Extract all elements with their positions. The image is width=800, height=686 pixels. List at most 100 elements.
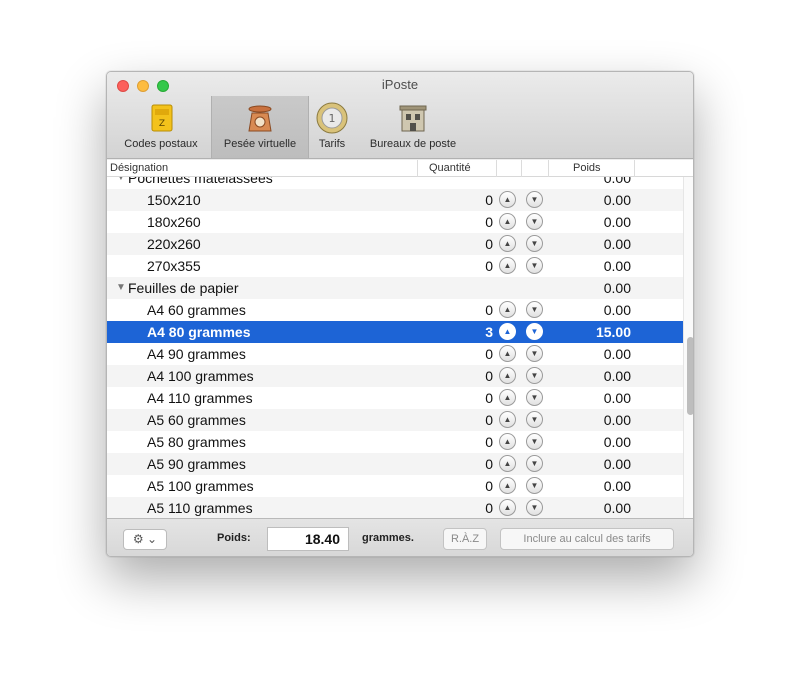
column-header-designation[interactable]: Désignation [110, 162, 168, 174]
table-row[interactable]: ▼ Pochettes matelassées 0.00 [107, 177, 683, 189]
row-designation: A4 110 grammes [147, 390, 253, 406]
row-weight: 0.00 [603, 177, 631, 186]
table-row[interactable]: A4 100 grammes 0 ▲ ▼ 0.00 [107, 365, 683, 387]
row-quantity: 0 [485, 456, 493, 472]
toolbar-label: Codes postaux [124, 138, 198, 150]
column-header-quantite[interactable]: Quantité [429, 162, 471, 174]
increment-arrow-icon[interactable]: ▲ [499, 323, 516, 340]
row-designation: 270x355 [147, 258, 201, 274]
unit-label: grammes. [362, 532, 414, 544]
increment-arrow-icon[interactable]: ▲ [499, 499, 516, 516]
row-designation: 220x260 [147, 236, 201, 252]
include-in-rates-button[interactable]: Inclure au calcul des tarifs [500, 528, 674, 550]
table-row[interactable]: ▼ Feuilles de papier 0.00 [107, 277, 683, 299]
row-weight: 15.00 [595, 324, 631, 340]
column-separator [521, 160, 522, 177]
decrement-arrow-icon[interactable]: ▼ [526, 235, 543, 252]
decrement-arrow-icon[interactable]: ▼ [526, 389, 543, 406]
column-header-poids[interactable]: Poids [573, 162, 601, 174]
table-row[interactable]: A5 110 grammes 0 ▲ ▼ 0.00 [107, 497, 683, 518]
title-bar: iPoste Z Codes postaux Pesée virtuelle 1 [107, 72, 693, 159]
toolbar-label: Bureaux de poste [369, 138, 457, 150]
row-weight: 0.00 [603, 478, 631, 494]
decrement-arrow-icon[interactable]: ▼ [526, 433, 543, 450]
increment-arrow-icon[interactable]: ▲ [499, 455, 516, 472]
scale-icon [248, 105, 272, 132]
column-separator [417, 160, 418, 177]
toolbar-tarifs[interactable]: 1 Tarifs [309, 96, 355, 158]
increment-arrow-icon[interactable]: ▲ [499, 411, 516, 428]
increment-arrow-icon[interactable]: ▲ [499, 301, 516, 318]
decrement-arrow-icon[interactable]: ▼ [526, 411, 543, 428]
total-weight-label: Poids: [217, 532, 251, 544]
disclosure-triangle-icon[interactable]: ▼ [116, 177, 126, 183]
row-designation: A4 80 grammes [147, 324, 251, 340]
row-designation: A5 110 grammes [147, 500, 253, 516]
table-row[interactable]: A5 60 grammes 0 ▲ ▼ 0.00 [107, 409, 683, 431]
increment-arrow-icon[interactable]: ▲ [499, 213, 516, 230]
row-weight: 0.00 [603, 434, 631, 450]
decrement-arrow-icon[interactable]: ▼ [526, 191, 543, 208]
increment-arrow-icon[interactable]: ▲ [499, 235, 516, 252]
row-weight: 0.00 [603, 258, 631, 274]
increment-arrow-icon[interactable]: ▲ [499, 367, 516, 384]
increment-arrow-icon[interactable]: ▲ [499, 433, 516, 450]
row-quantity: 0 [485, 434, 493, 450]
table-row[interactable]: 180x260 0 ▲ ▼ 0.00 [107, 211, 683, 233]
row-weight: 0.00 [603, 412, 631, 428]
decrement-arrow-icon[interactable]: ▼ [526, 499, 543, 516]
decrement-arrow-icon[interactable]: ▼ [526, 323, 543, 340]
increment-arrow-icon[interactable]: ▲ [499, 477, 516, 494]
disclosure-triangle-icon[interactable]: ▼ [116, 282, 126, 293]
main-window: iPoste Z Codes postaux Pesée virtuelle 1 [106, 71, 694, 557]
increment-arrow-icon[interactable]: ▲ [499, 345, 516, 362]
decrement-arrow-icon[interactable]: ▼ [526, 477, 543, 494]
table-row[interactable]: A5 90 grammes 0 ▲ ▼ 0.00 [107, 453, 683, 475]
decrement-arrow-icon[interactable]: ▼ [526, 455, 543, 472]
row-designation: A5 80 grammes [147, 434, 246, 450]
table-row[interactable]: A5 100 grammes 0 ▲ ▼ 0.00 [107, 475, 683, 497]
table-header: Désignation Quantité Poids [107, 160, 693, 177]
row-weight: 0.00 [603, 500, 631, 516]
table-row[interactable]: A5 80 grammes 0 ▲ ▼ 0.00 [107, 431, 683, 453]
weighing-table: Désignation Quantité Poids ▼ Pochettes m… [107, 160, 693, 518]
table-row-selected[interactable]: A4 80 grammes 3 ▲ ▼ 15.00 [107, 321, 683, 343]
row-weight: 0.00 [603, 390, 631, 406]
gear-menu-button[interactable]: ⚙ ⌄ [123, 529, 167, 550]
table-row[interactable]: A4 90 grammes 0 ▲ ▼ 0.00 [107, 343, 683, 365]
toolbar-codes-postaux[interactable]: Z Codes postaux [111, 96, 211, 158]
total-weight-field[interactable]: 18.40 [267, 527, 349, 551]
increment-arrow-icon[interactable]: ▲ [499, 389, 516, 406]
row-quantity: 0 [485, 412, 493, 428]
svg-text:1: 1 [329, 112, 336, 125]
row-designation: A5 60 grammes [147, 412, 246, 428]
decrement-arrow-icon[interactable]: ▼ [526, 367, 543, 384]
row-weight: 0.00 [603, 302, 631, 318]
row-weight: 0.00 [603, 192, 631, 208]
postal-code-icon: Z [151, 104, 173, 132]
window-title: iPoste [381, 77, 419, 92]
table-row[interactable]: 270x355 0 ▲ ▼ 0.00 [107, 255, 683, 277]
toolbar-pesee-virtuelle[interactable]: Pesée virtuelle [211, 96, 309, 158]
row-quantity: 0 [485, 302, 493, 318]
decrement-arrow-icon[interactable]: ▼ [526, 301, 543, 318]
bottom-bar: ⚙ ⌄ Poids: 18.40 grammes. R.À.Z Inclure … [107, 518, 693, 556]
table-row[interactable]: A4 110 grammes 0 ▲ ▼ 0.00 [107, 387, 683, 409]
row-quantity: 0 [485, 236, 493, 252]
toolbar-bureaux-de-poste[interactable]: Bureaux de poste [357, 96, 469, 158]
vertical-scrollbar[interactable] [683, 177, 693, 518]
scrollbar-thumb[interactable] [687, 337, 693, 415]
decrement-arrow-icon[interactable]: ▼ [526, 257, 543, 274]
increment-arrow-icon[interactable]: ▲ [499, 191, 516, 208]
row-designation: Pochettes matelassées [128, 177, 273, 186]
increment-arrow-icon[interactable]: ▲ [499, 257, 516, 274]
decrement-arrow-icon[interactable]: ▼ [526, 345, 543, 362]
table-row[interactable]: A4 60 grammes 0 ▲ ▼ 0.00 [107, 299, 683, 321]
column-separator [496, 160, 497, 177]
decrement-arrow-icon[interactable]: ▼ [526, 213, 543, 230]
table-row[interactable]: 150x210 0 ▲ ▼ 0.00 [107, 189, 683, 211]
reset-button[interactable]: R.À.Z [443, 528, 487, 550]
row-quantity: 0 [485, 368, 493, 384]
column-separator [634, 160, 635, 177]
table-row[interactable]: 220x260 0 ▲ ▼ 0.00 [107, 233, 683, 255]
